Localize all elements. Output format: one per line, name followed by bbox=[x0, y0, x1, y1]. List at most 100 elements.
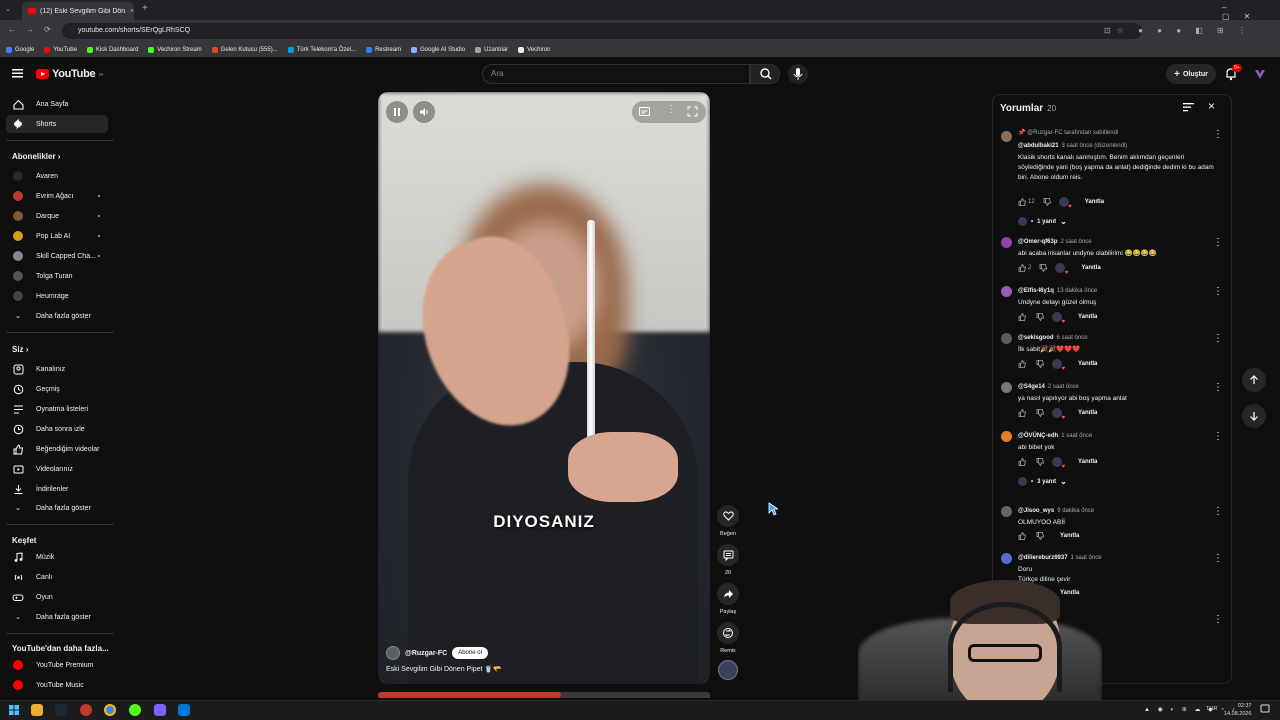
tab-search-icon[interactable]: ⌄ bbox=[5, 5, 11, 13]
sidebar-item-music[interactable]: Müzik bbox=[6, 548, 108, 566]
commenter-avatar[interactable] bbox=[1001, 131, 1012, 142]
you-show-more[interactable]: ⌄ Daha fazla göster bbox=[6, 499, 108, 517]
new-tab-icon[interactable]: + bbox=[142, 3, 148, 14]
commenter-handle[interactable]: @diliereburz6937 bbox=[1018, 555, 1068, 561]
next-short-button[interactable] bbox=[1242, 404, 1266, 428]
bookmark-item[interactable]: Türk Telekom'a Özel... bbox=[287, 46, 356, 53]
reply-button[interactable]: Yanıtla bbox=[1085, 199, 1104, 205]
subscribe-button[interactable]: Abone ol bbox=[452, 647, 488, 659]
commenter-handle[interactable]: @Jisoo_wys bbox=[1018, 508, 1054, 514]
video-progress-bar[interactable] bbox=[378, 692, 710, 698]
subscriptions-show-more[interactable]: ⌄ Daha fazla göster bbox=[6, 307, 108, 325]
create-button[interactable]: + Oluştur bbox=[1166, 64, 1216, 84]
channel-name[interactable]: @Ruzgar-FC bbox=[405, 650, 447, 657]
sidebar-item-youtube-product[interactable]: YouTube Music bbox=[6, 676, 108, 694]
subscription-item[interactable]: Tolga Turan bbox=[6, 267, 108, 285]
commenter-avatar[interactable] bbox=[1001, 333, 1012, 344]
search-button[interactable] bbox=[750, 64, 780, 84]
volume-button[interactable] bbox=[413, 101, 435, 123]
sidebar-item-live[interactable]: Canlı bbox=[6, 568, 108, 586]
thumb-down-icon[interactable] bbox=[1039, 264, 1048, 272]
thumb-down-icon[interactable] bbox=[1036, 409, 1044, 417]
bookmark-item[interactable]: Kick Dashboard bbox=[86, 46, 138, 53]
commenter-handle[interactable]: @abdulbaki21 bbox=[1018, 143, 1059, 149]
like-comment-button[interactable]: 2 bbox=[1018, 264, 1031, 272]
fullscreen-icon[interactable] bbox=[687, 106, 698, 117]
sidebar-item-youtube-product[interactable]: YouTube Premium bbox=[6, 656, 108, 674]
search-input[interactable]: Ara bbox=[482, 64, 750, 84]
notification-center-icon[interactable] bbox=[1260, 704, 1270, 714]
subscriptions-heading[interactable]: Abonelikler › bbox=[12, 152, 60, 161]
kick-icon[interactable] bbox=[129, 704, 141, 716]
like-comment-button[interactable] bbox=[1018, 532, 1028, 540]
subscription-item[interactable]: Avaren bbox=[6, 167, 108, 185]
video-title[interactable]: Eski Sevgilim Gibi Dönen Pipet 🥤🫳 bbox=[386, 665, 502, 673]
sound-avatar[interactable] bbox=[718, 660, 738, 680]
thumb-down-icon[interactable] bbox=[1036, 360, 1044, 368]
account-avatar[interactable] bbox=[1253, 67, 1267, 81]
sidebar-item-home[interactable]: Ana Sayfa bbox=[6, 95, 108, 113]
youtube-logo[interactable]: YouTube TR bbox=[36, 68, 103, 80]
comment-more-icon[interactable]: ⋮ bbox=[1213, 553, 1223, 564]
comment-more-icon[interactable]: ⋮ bbox=[1213, 333, 1223, 344]
sidebar-item-history[interactable]: Geçmiş bbox=[6, 380, 108, 398]
thumb-down-icon[interactable] bbox=[1036, 313, 1044, 321]
reply-button[interactable]: Yanıtla bbox=[1078, 361, 1097, 367]
reply-button[interactable]: Yanıtla bbox=[1078, 314, 1097, 320]
captions-icon[interactable] bbox=[639, 107, 650, 116]
language-indicator[interactable]: TUR bbox=[1206, 706, 1217, 712]
vscode-icon[interactable] bbox=[178, 704, 190, 716]
thumb-down-icon[interactable] bbox=[1036, 532, 1044, 540]
sidebar-item-playlists[interactable]: Oynatma listeleri bbox=[6, 400, 108, 418]
reply-button[interactable]: Yanıtla bbox=[1078, 459, 1097, 465]
sidebar-item-download[interactable]: İndirilenler bbox=[6, 480, 108, 498]
sidebar-item-watch-later[interactable]: Daha sonra izle bbox=[6, 420, 108, 438]
notifications-button[interactable]: 9+ bbox=[1224, 64, 1242, 81]
show-replies-button[interactable]: • 3 yanıt ⌄ bbox=[1018, 477, 1067, 486]
subscription-item[interactable]: Evrim Ağacı bbox=[6, 187, 108, 205]
menu-icon[interactable] bbox=[12, 69, 23, 78]
commenter-avatar[interactable] bbox=[1001, 382, 1012, 393]
reply-button[interactable]: Yanıtla bbox=[1060, 533, 1079, 539]
bookmark-item[interactable]: Vechiron Stream bbox=[148, 46, 202, 53]
bookmark-item[interactable]: Restream bbox=[366, 46, 401, 53]
remix-action[interactable]: Remix bbox=[716, 622, 740, 654]
commenter-avatar[interactable] bbox=[1001, 431, 1012, 442]
subscription-item[interactable]: Skill Capped Cha... bbox=[6, 247, 108, 265]
like-comment-button[interactable] bbox=[1018, 360, 1028, 368]
comment-more-icon[interactable]: ⋮ bbox=[1213, 614, 1223, 625]
comment-more-icon[interactable]: ⋮ bbox=[1213, 431, 1223, 442]
sidebar-item-like[interactable]: Beğendiğim videolar bbox=[6, 440, 108, 458]
start-icon[interactable] bbox=[8, 704, 20, 716]
url-field[interactable]: youtube.com/shorts/SErQgLRhSCQ bbox=[62, 23, 1142, 39]
commenter-avatar[interactable] bbox=[1001, 506, 1012, 517]
app-icon[interactable] bbox=[154, 704, 166, 716]
like-comment-button[interactable] bbox=[1018, 409, 1028, 417]
comment-more-icon[interactable]: ⋮ bbox=[1213, 382, 1223, 393]
more-options-icon[interactable]: ⋮ bbox=[666, 104, 676, 115]
chrome-icon[interactable] bbox=[104, 704, 116, 716]
comment-more-icon[interactable]: ⋮ bbox=[1213, 506, 1223, 517]
sidebar-item-videos[interactable]: Videolarınız bbox=[6, 460, 108, 478]
tab-close-icon[interactable]: × bbox=[130, 8, 134, 15]
bookmark-item[interactable]: Google bbox=[6, 46, 34, 53]
comment-more-icon[interactable]: ⋮ bbox=[1213, 286, 1223, 297]
sidebar-item-gaming[interactable]: Oyun bbox=[6, 588, 108, 606]
commenter-handle[interactable]: @sekisgood bbox=[1018, 335, 1054, 341]
sidebar-item-shorts[interactable]: Shorts bbox=[6, 115, 108, 133]
show-replies-button[interactable]: • 1 yanıt ⌄ bbox=[1018, 217, 1067, 226]
sidebar-item-channel[interactable]: Kanalınız bbox=[6, 360, 108, 378]
app-icon[interactable] bbox=[80, 704, 92, 716]
channel-avatar[interactable] bbox=[386, 646, 400, 660]
thumb-down-icon[interactable] bbox=[1043, 198, 1051, 206]
window-controls[interactable]: –▢✕ bbox=[1222, 3, 1280, 21]
commenter-handle[interactable]: @Omer-qf63p bbox=[1018, 239, 1058, 245]
nav-buttons[interactable]: ←→⟳ bbox=[8, 25, 61, 34]
comments-action[interactable]: 20 bbox=[716, 544, 740, 576]
bookmark-item[interactable]: Google AI Studio bbox=[411, 46, 465, 53]
like-comment-button[interactable] bbox=[1018, 458, 1028, 466]
reply-button[interactable]: Yanıtla bbox=[1078, 410, 1097, 416]
bookmark-item[interactable]: Uzantılar bbox=[475, 46, 508, 53]
comment-more-icon[interactable]: ⋮ bbox=[1213, 237, 1223, 248]
commenter-handle[interactable]: @S4ge14 bbox=[1018, 384, 1045, 390]
